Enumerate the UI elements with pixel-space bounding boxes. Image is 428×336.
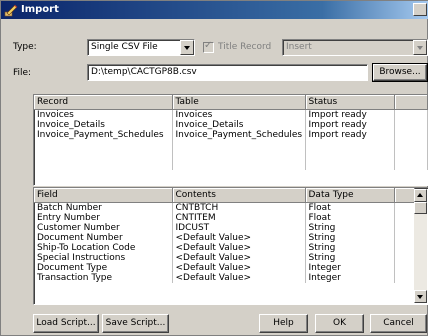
table-row[interactable]: Invoices Invoices Import ready xyxy=(34,109,428,120)
fields-table[interactable]: Field Contents Data Type Batch Number CNT… xyxy=(33,187,428,305)
scroll-up-icon[interactable] xyxy=(414,189,427,202)
type-select[interactable]: Single CSV File xyxy=(87,39,195,56)
table-row[interactable]: Batch Number CNTBTCH Float xyxy=(34,202,415,213)
help-label: Help xyxy=(273,318,294,328)
record-cell: Invoices xyxy=(34,109,173,120)
import-pencil-icon xyxy=(4,4,18,17)
load-script-label: Load Script... xyxy=(36,318,96,328)
status-cell: Import ready xyxy=(305,119,395,130)
empty-cell xyxy=(394,109,428,120)
column-header-spacer xyxy=(394,95,428,110)
import-dialog: Import Type: Single CSV File Title Recor… xyxy=(0,0,428,336)
save-script-button[interactable]: Save Script... xyxy=(102,314,169,333)
table-row[interactable] xyxy=(34,149,428,160)
column-header-contents[interactable]: Contents xyxy=(172,188,306,203)
status-cell: Import ready xyxy=(305,129,395,140)
cancel-button[interactable]: Cancel xyxy=(370,314,427,333)
column-header-spacer xyxy=(394,188,415,203)
insert-value: Insert xyxy=(286,42,312,52)
table-row[interactable]: Transaction Type <Default Value> Integer xyxy=(34,272,415,283)
column-header-data-type[interactable]: Data Type xyxy=(305,188,395,203)
table-row[interactable] xyxy=(34,139,428,150)
table-cell: Invoices xyxy=(172,109,306,120)
cancel-label: Cancel xyxy=(383,318,414,328)
save-script-label: Save Script... xyxy=(105,318,166,328)
scroll-down-icon[interactable] xyxy=(414,290,427,303)
record-cell: Invoice_Payment_Schedules xyxy=(34,129,173,140)
records-header-row: Record Table Status xyxy=(34,95,428,110)
table-row[interactable]: Invoice_Payment_Schedules Invoice_Paymen… xyxy=(34,129,428,140)
browse-button[interactable]: Browse... xyxy=(372,63,428,82)
status-cell: Import ready xyxy=(305,109,395,120)
table-row[interactable]: Entry Number CNTITEM Float xyxy=(34,212,415,223)
column-header-status[interactable]: Status xyxy=(305,95,395,110)
column-header-record[interactable]: Record xyxy=(34,95,173,110)
table-cell: Invoice_Details xyxy=(172,119,306,130)
ok-label: OK xyxy=(333,318,346,328)
records-table[interactable]: Record Table Status Invoices Invoices Im… xyxy=(33,94,428,186)
empty-cell xyxy=(394,129,428,140)
file-path-value: D:\temp\CACTGP8B.csv xyxy=(91,67,197,77)
chevron-down-icon[interactable] xyxy=(413,40,427,55)
type-label: Type: xyxy=(13,42,37,52)
close-button[interactable] xyxy=(413,3,427,16)
file-label: File: xyxy=(13,68,32,78)
fields-scrollbar[interactable] xyxy=(414,189,427,303)
table-row[interactable]: Invoice_Details Invoice_Details Import r… xyxy=(34,119,428,130)
type-value: Single CSV File xyxy=(91,42,158,52)
load-script-button[interactable]: Load Script... xyxy=(33,314,99,333)
table-row[interactable]: Document Number <Default Value> String xyxy=(34,232,415,243)
table-cell: Invoice_Payment_Schedules xyxy=(172,129,306,140)
file-path-input[interactable]: D:\temp\CACTGP8B.csv xyxy=(87,64,368,81)
table-row[interactable]: Customer Number IDCUST String xyxy=(34,222,415,233)
fields-header-row: Field Contents Data Type xyxy=(34,188,415,203)
table-row[interactable]: Document Type <Default Value> Integer xyxy=(34,262,415,273)
title-record-checkbox[interactable] xyxy=(203,40,214,53)
window-title: Import xyxy=(21,4,59,15)
empty-cell xyxy=(394,119,428,130)
chevron-down-icon[interactable] xyxy=(180,40,194,55)
column-header-field[interactable]: Field xyxy=(34,188,173,203)
title-bar[interactable]: Import xyxy=(1,1,428,19)
table-row[interactable]: Special Instructions <Default Value> Strin… xyxy=(34,252,415,263)
column-header-table[interactable]: Table xyxy=(172,95,306,110)
insert-select[interactable]: Insert xyxy=(282,39,428,56)
browse-label: Browse... xyxy=(379,67,421,77)
table-row[interactable] xyxy=(34,159,428,170)
help-button[interactable]: Help xyxy=(259,314,308,333)
title-record-label: Title Record xyxy=(218,42,272,52)
record-cell: Invoice_Details xyxy=(34,119,173,130)
scroll-thumb[interactable] xyxy=(414,202,427,214)
ok-button[interactable]: OK xyxy=(315,314,364,333)
table-row[interactable]: Ship-To Location Code <Default Value> Stri… xyxy=(34,242,415,253)
